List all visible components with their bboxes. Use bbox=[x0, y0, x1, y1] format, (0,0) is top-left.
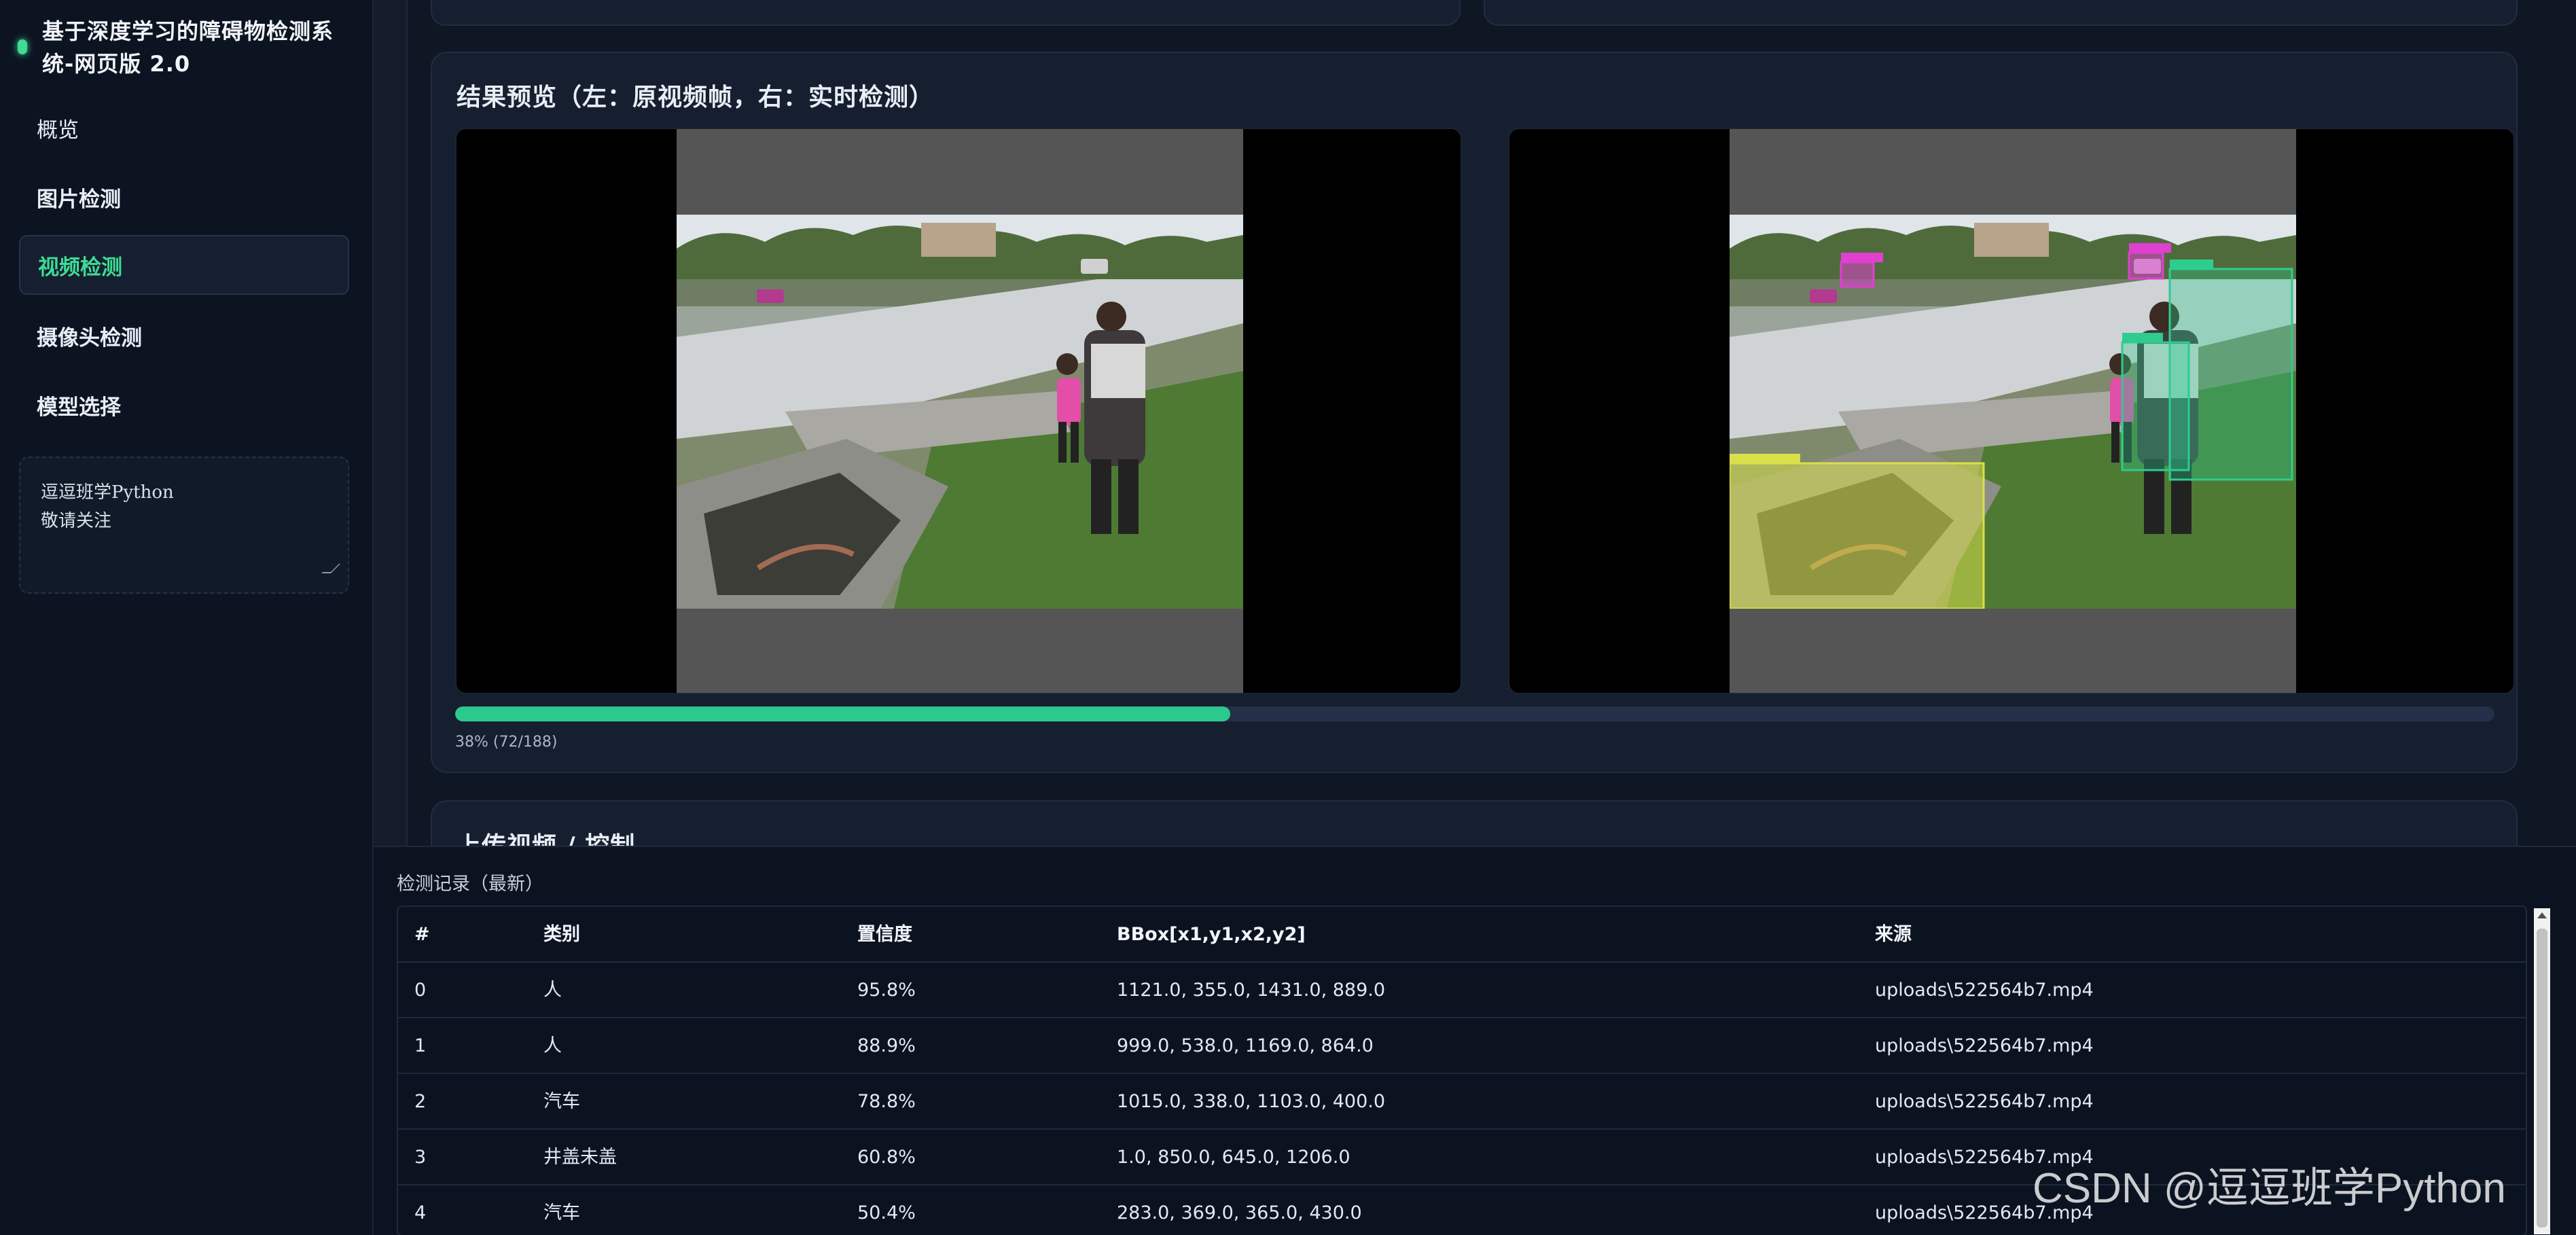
cell-class: 人 bbox=[543, 980, 562, 1001]
cell-confidence: 50.4% bbox=[857, 1202, 916, 1223]
cell-index: 0 bbox=[414, 980, 427, 1001]
watermark: CSDN @逗逗班学Python bbox=[2033, 1165, 2506, 1212]
sidebar-item-label: 视频检测 bbox=[38, 255, 122, 280]
main-content: 结果预览（左：原视频帧，右：实时检测） 38% (72/188) bbox=[408, 0, 2576, 882]
column-header-index: # bbox=[414, 924, 430, 945]
sidebar-item-label: 摄像头检测 bbox=[37, 325, 142, 351]
sidebar-item-camera-detection[interactable]: 摄像头检测 bbox=[19, 306, 349, 365]
status-dot-icon bbox=[18, 39, 27, 54]
cell-source: uploads\522564b7.mp4 bbox=[1875, 1035, 2094, 1056]
scrollbar-thumb[interactable] bbox=[2537, 929, 2547, 1228]
scene-illustration bbox=[677, 215, 1243, 609]
table-header-row: # 类别 置信度 BBox[x1,y1,x2,y2] 来源 bbox=[398, 907, 2526, 963]
cell-source: uploads\522564b7.mp4 bbox=[1875, 1091, 2094, 1112]
cell-source: uploads\522564b7.mp4 bbox=[1875, 980, 2094, 1001]
cell-bbox: 1121.0, 355.0, 1431.0, 889.0 bbox=[1117, 980, 1386, 1001]
column-header-source: 来源 bbox=[1875, 924, 1912, 945]
table-row[interactable]: 1 人 88.9% 999.0, 538.0, 1169.0, 864.0 up… bbox=[398, 1018, 2526, 1074]
video-letterbox bbox=[1730, 129, 2296, 693]
cell-confidence: 78.8% bbox=[857, 1091, 916, 1112]
sidebar-item-model-selection[interactable]: 模型选择 bbox=[19, 375, 349, 435]
cell-index: 4 bbox=[414, 1202, 427, 1223]
original-video-frame bbox=[455, 128, 1462, 694]
sidebar: 基于深度学习的障碍物检测系统-网页版 2.0 概览 图片检测 视频检测 摄像头检… bbox=[0, 0, 374, 1235]
table-row[interactable]: 2 汽车 78.8% 1015.0, 338.0, 1103.0, 400.0 … bbox=[398, 1074, 2526, 1130]
cell-class: 人 bbox=[543, 1035, 562, 1056]
app-title: 基于深度学习的障碍物检测系统-网页版 2.0 bbox=[42, 18, 334, 77]
progress-fill bbox=[455, 706, 1230, 721]
sidebar-item-label: 模型选择 bbox=[37, 395, 121, 420]
cell-confidence: 60.8% bbox=[857, 1147, 916, 1168]
cell-bbox: 283.0, 369.0, 365.0, 430.0 bbox=[1117, 1202, 1362, 1223]
scene-image bbox=[677, 215, 1243, 609]
cell-class: 井盖未盖 bbox=[543, 1147, 617, 1168]
table-scrollbar[interactable] bbox=[2534, 908, 2550, 1234]
cell-index: 3 bbox=[414, 1147, 427, 1168]
cell-index: 2 bbox=[414, 1091, 427, 1112]
progress-bar bbox=[455, 706, 2494, 721]
sidebar-item-label: 概览 bbox=[37, 118, 79, 143]
sidebar-item-image-detection[interactable]: 图片检测 bbox=[19, 167, 349, 227]
cell-bbox: 999.0, 538.0, 1169.0, 864.0 bbox=[1117, 1035, 1374, 1056]
preview-title: 结果预览（左：原视频帧，右：实时检测） bbox=[457, 84, 935, 111]
cell-bbox: 1015.0, 338.0, 1103.0, 400.0 bbox=[1117, 1091, 1386, 1112]
sidebar-item-video-detection[interactable]: 视频检测 bbox=[19, 235, 349, 295]
scene-illustration bbox=[1730, 215, 2296, 609]
top-card-right bbox=[1484, 0, 2518, 26]
cell-bbox: 1.0, 850.0, 645.0, 1206.0 bbox=[1117, 1147, 1350, 1168]
cell-confidence: 88.9% bbox=[857, 1035, 916, 1056]
app-root: 基于深度学习的障碍物检测系统-网页版 2.0 概览 图片检测 视频检测 摄像头检… bbox=[0, 0, 2576, 1235]
column-header-confidence: 置信度 bbox=[857, 924, 912, 945]
cell-confidence: 95.8% bbox=[857, 980, 916, 1001]
progress-label: 38% (72/188) bbox=[455, 734, 558, 751]
cell-index: 1 bbox=[414, 1035, 427, 1056]
column-header-bbox: BBox[x1,y1,x2,y2] bbox=[1117, 924, 1306, 945]
top-card-left bbox=[431, 0, 1461, 26]
detection-video-frame bbox=[1508, 128, 2515, 694]
sidebar-item-label: 图片检测 bbox=[37, 187, 121, 212]
note-textarea[interactable]: 逗逗班学Python 敬请关注 bbox=[19, 457, 349, 594]
column-header-class: 类别 bbox=[543, 924, 580, 945]
sidebar-item-overview[interactable]: 概览 bbox=[19, 98, 349, 158]
cell-class: 汽车 bbox=[543, 1202, 580, 1223]
video-letterbox bbox=[677, 129, 1243, 693]
preview-panel: 结果预览（左：原视频帧，右：实时检测） 38% (72/188) bbox=[431, 52, 2518, 773]
main-gutter bbox=[374, 0, 408, 846]
scroll-up-arrow-icon[interactable] bbox=[2537, 912, 2547, 918]
scene-image-annotated bbox=[1730, 215, 2296, 609]
log-title: 检测记录（最新） bbox=[397, 874, 543, 895]
cell-class: 汽车 bbox=[543, 1091, 580, 1112]
table-row[interactable]: 0 人 95.8% 1121.0, 355.0, 1431.0, 889.0 u… bbox=[398, 963, 2526, 1018]
